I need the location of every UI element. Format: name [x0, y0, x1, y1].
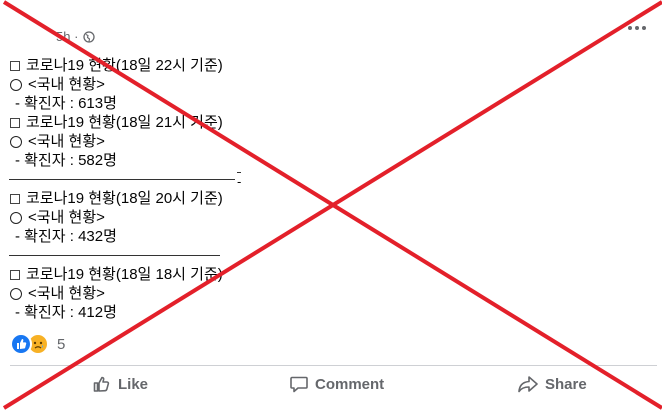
reaction-count: 5 [57, 335, 66, 353]
comment-button[interactable]: Comment [289, 374, 384, 394]
like-button[interactable]: Like [92, 374, 148, 394]
circle-bullet-icon [10, 78, 22, 91]
like-label: Like [118, 375, 149, 393]
block-1-stat: - 확진자 : 613명 [15, 95, 117, 112]
timestamp-text: 5h [56, 29, 71, 44]
share-label: Share [545, 375, 587, 393]
comment-label: Comment [315, 375, 385, 393]
block-4-headline: 코로나19 현황(18일 18시 기준) [9, 265, 309, 284]
square-bullet-icon [10, 193, 20, 204]
comment-icon [290, 376, 308, 393]
separator-rule [9, 246, 309, 265]
timestamp-separator: · [74, 29, 79, 44]
block-3-subhead: <국내 현황> [9, 208, 309, 227]
more-options-icon[interactable] [628, 21, 650, 35]
block-3-headline: 코로나19 현황(18일 20시 기준) [9, 189, 309, 208]
post-timestamp[interactable]: 5h · [56, 29, 78, 44]
block-4-stat: - 확진자 : 412명 [15, 304, 117, 321]
post-body: 코로나19 현황(18일 22시 기준) <국내 현황> - 확진자 : 613… [9, 56, 309, 322]
share-button[interactable]: Share [517, 374, 587, 394]
separator-dash: - [237, 172, 242, 189]
globe-icon [83, 31, 95, 43]
block-1-subhead: <국내 현황> [9, 75, 309, 94]
block-1-headline: 코로나19 현황(18일 22시 기준) [9, 56, 309, 75]
actions-divider [10, 365, 657, 366]
circle-bullet-icon [10, 211, 22, 224]
block-2-headline: 코로나19 현황(18일 21시 기준) [9, 113, 309, 132]
share-icon [518, 376, 538, 393]
circle-bullet-icon [10, 135, 22, 148]
reactions-summary[interactable]: 5 [10, 333, 65, 355]
block-3-stat: - 확진자 : 432명 [15, 228, 117, 245]
square-bullet-icon [10, 60, 20, 71]
like-reaction-icon [10, 333, 32, 355]
separator-rule: - [9, 170, 309, 189]
thumbs-up-icon [93, 376, 110, 392]
square-bullet-icon [10, 117, 20, 128]
block-2-stat: - 확진자 : 582명 [15, 152, 117, 169]
block-4-subhead: <국내 현황> [9, 284, 309, 303]
square-bullet-icon [10, 269, 20, 280]
block-2-subhead: <국내 현황> [9, 132, 309, 151]
circle-bullet-icon [10, 287, 22, 300]
facebook-post: 5h · 코로나19 현황(18일 22시 기준) <국내 현황> - 확진자 … [0, 0, 662, 410]
